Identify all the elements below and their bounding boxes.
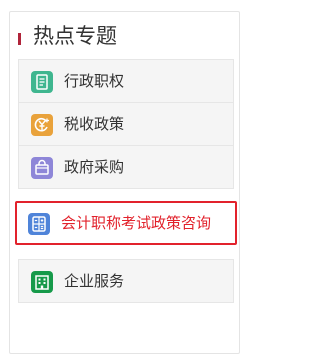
topic-item-accounting-exam-policy[interactable]: 会计职称考试政策咨询 — [15, 201, 237, 245]
calculator-icon — [28, 213, 50, 235]
hot-topics-panel: 热点专题 行政职权 税收政策 政府采购 会计职称考试政策咨询 企业服务 — [9, 11, 240, 354]
topic-item-tax-policy[interactable]: 税收政策 — [18, 102, 234, 146]
shopping-bag-icon — [31, 157, 53, 179]
title-accent-bar — [18, 33, 21, 45]
topic-item-enterprise-services[interactable]: 企业服务 — [18, 259, 234, 303]
topic-item-administrative-power[interactable]: 行政职权 — [18, 59, 234, 103]
document-icon — [31, 71, 53, 93]
topic-label: 税收政策 — [64, 115, 125, 133]
yen-tax-icon — [31, 114, 53, 136]
panel-title: 热点专题 — [33, 24, 117, 48]
topic-label: 企业服务 — [64, 272, 125, 290]
building-icon — [31, 271, 53, 293]
topic-label: 行政职权 — [64, 72, 125, 90]
topic-label: 会计职称考试政策咨询 — [61, 214, 212, 232]
topic-label: 政府采购 — [64, 158, 125, 176]
topic-item-government-procurement[interactable]: 政府采购 — [18, 145, 234, 189]
panel-header: 热点专题 — [10, 12, 239, 56]
